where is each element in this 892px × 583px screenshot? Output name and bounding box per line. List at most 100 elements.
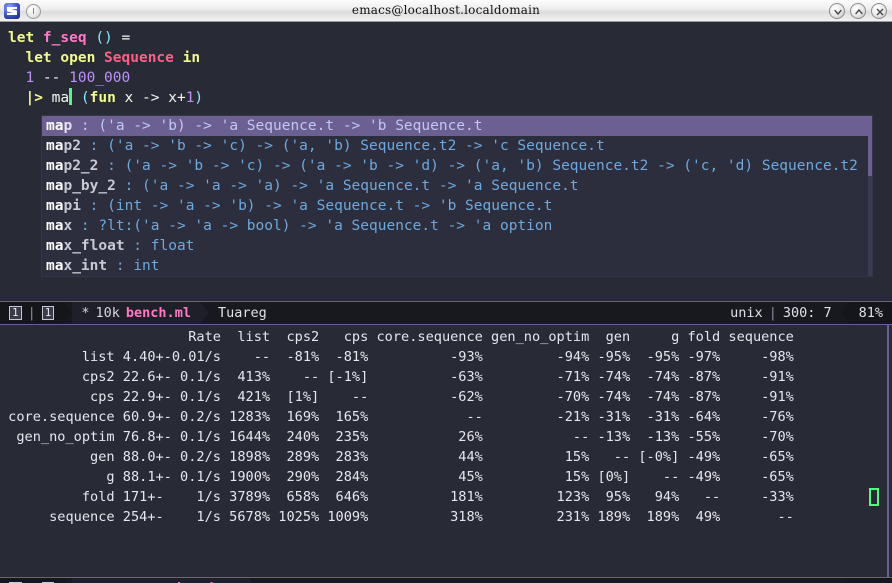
completion-item-name: p xyxy=(63,118,73,134)
completion-item-signature: : (int -> 'a -> 'b) -> 'a Sequence.t -> … xyxy=(80,198,553,214)
completion-item[interactable]: max : ?lt:('a -> 'a -> bool) -> 'a Seque… xyxy=(42,216,872,236)
modeline-arrow-6 xyxy=(840,578,850,583)
source-code[interactable]: let f_seq () = let open Sequence in 1 --… xyxy=(8,28,203,108)
code-token: ma xyxy=(42,90,70,106)
window-number-separator-2: | xyxy=(28,578,36,583)
emacs-window: emacs@localhost.localdomain let f_seq ()… xyxy=(0,0,892,583)
code-buffer-window[interactable]: let f_seq () = let open Sequence in 1 --… xyxy=(0,22,892,301)
window-number-group-2: 1 | 2 xyxy=(0,578,64,583)
scroll-percent-group-2: 67% xyxy=(849,578,892,583)
close-button[interactable] xyxy=(871,3,887,19)
completion-item[interactable]: max_int : int xyxy=(42,256,872,276)
completion-item-signature: : ('a -> 'a -> 'a) -> 'a Sequence.t -> '… xyxy=(115,178,579,194)
code-token: x xyxy=(115,90,143,106)
major-mode-group-2[interactable]: Compilation xyxy=(258,578,365,583)
scroll-percentage: 81% xyxy=(858,305,883,321)
code-token: x+ xyxy=(159,90,186,106)
coding-system[interactable]: unix xyxy=(730,302,763,324)
coding-system-2[interactable]: utf-8 xyxy=(730,578,771,583)
modeline-arrow-3 xyxy=(840,302,850,324)
window-number: 1 xyxy=(9,306,22,320)
chevron-up-icon xyxy=(855,8,863,15)
window-number-secondary: 1 xyxy=(41,306,55,320)
minimize-button[interactable] xyxy=(829,3,845,19)
window-titlebar: emacs@localhost.localdomain xyxy=(0,0,892,22)
completion-item-signature: : ('a -> 'b -> 'c) -> ('a, 'b) Sequence.… xyxy=(80,138,605,154)
buffer-modified-flag-2: % xyxy=(81,578,89,583)
cursor-position: 300: 7 xyxy=(782,305,832,321)
table-row: cps 22.9+- 0.1/s 421% [1%] -- -62% -70% … xyxy=(0,389,794,405)
code-line: |> ma (fun x -> x+1) xyxy=(8,88,203,108)
major-mode[interactable]: Tuareg xyxy=(218,302,267,324)
modeline-arrow-4 xyxy=(63,578,73,583)
code-token: fun xyxy=(89,90,116,106)
completion-item-signature: : float xyxy=(124,238,195,254)
completion-match-prefix: ma xyxy=(46,178,64,194)
completion-match-prefix: ma xyxy=(46,118,64,134)
code-token: let xyxy=(8,30,43,46)
close-x-icon xyxy=(876,8,884,16)
table-row: core.sequence 60.9+- 0.2/s 1283% 169% 16… xyxy=(0,409,794,425)
buffer-name[interactable]: bench.ml xyxy=(126,302,191,324)
buffer-info-group-2[interactable]: % 3.0k *compilation* xyxy=(72,578,249,583)
buffer-size-2: 3.0k xyxy=(96,578,129,583)
table-header-row: Rate list cps2 cps core.sequence gen_no_… xyxy=(0,329,794,345)
table-row: sequence 254+- 1/s 5678% 1025% 1009% 318… xyxy=(0,509,794,525)
coding-group-2[interactable]: utf-8 | 34:96 xyxy=(721,578,840,583)
compilation-buffer-window[interactable]: Rate list cps2 cps core.sequence gen_no_… xyxy=(0,325,892,577)
code-token: |> xyxy=(25,90,43,106)
scroll-percent-group: 81% xyxy=(849,302,892,324)
window-number-group: 1 | 1 xyxy=(0,302,64,324)
modeline-top-right: unix | 300: 7 81% xyxy=(721,302,892,324)
completion-item[interactable]: max_float : float xyxy=(42,236,872,256)
maximize-button[interactable] xyxy=(850,3,866,19)
completion-scrollbar[interactable] xyxy=(868,116,872,276)
completion-popup[interactable]: map : ('a -> 'b) -> 'a Sequence.t -> 'b … xyxy=(42,116,872,276)
completion-item[interactable]: map : ('a -> 'b) -> 'a Sequence.t -> 'b … xyxy=(42,116,872,136)
code-token: () xyxy=(95,30,113,46)
code-token: ( xyxy=(80,90,90,106)
coding-separator: | xyxy=(768,305,777,321)
major-mode-2[interactable]: Compilation xyxy=(267,578,356,583)
code-token: 100_000 xyxy=(69,70,131,86)
major-mode-group[interactable]: Tuareg xyxy=(209,302,276,324)
completion-scrollbar-thumb[interactable] xyxy=(868,116,872,176)
code-line: let f_seq () = xyxy=(8,28,203,48)
left-fringe xyxy=(0,22,8,301)
buffer-name-2[interactable]: *compilation* xyxy=(134,578,240,583)
completion-item-name: p2_2 xyxy=(63,158,99,174)
completion-item-signature: : ('a -> 'b -> 'c) -> ('a -> 'b -> 'd) -… xyxy=(98,158,858,174)
code-line: let open Sequence in xyxy=(8,48,203,68)
completion-item-name: p_by_2 xyxy=(63,178,116,194)
coding-group[interactable]: unix | 300: 7 xyxy=(721,302,840,324)
completion-match-prefix: ma xyxy=(46,218,64,234)
buffer-modified-flag: * xyxy=(81,305,90,321)
code-token: = xyxy=(112,30,131,46)
completion-item[interactable]: mapi : (int -> 'a -> 'b) -> 'a Sequence.… xyxy=(42,196,872,216)
benchmark-table: Rate list cps2 cps core.sequence gen_no_… xyxy=(0,327,882,527)
completion-item[interactable]: map2_2 : ('a -> 'b -> 'c) -> ('a -> 'b -… xyxy=(42,156,872,176)
completion-item[interactable]: map_by_2 : ('a -> 'a -> 'a) -> 'a Sequen… xyxy=(42,176,872,196)
table-row: list 4.40+-0.01/s -- -81% -81% -93% -94%… xyxy=(0,349,794,365)
completion-match-prefix: ma xyxy=(46,258,64,274)
modeline-arrow-2 xyxy=(199,302,209,324)
window-number-separator: | xyxy=(27,305,36,321)
code-token: in xyxy=(182,50,201,66)
code-token: ) xyxy=(194,90,204,106)
chevron-down-icon xyxy=(834,9,842,16)
completion-item-signature: : ?lt:('a -> 'a -> bool) -> 'a Sequence.… xyxy=(72,218,553,234)
titlebar-window-controls xyxy=(829,3,887,19)
compilation-cursor xyxy=(869,488,879,506)
completion-item-signature: : int xyxy=(107,258,160,274)
window-title: emacs@localhost.localdomain xyxy=(351,3,541,17)
modeline-bottom-left: 1 | 2 % 3.0k *compilation* Compilation xyxy=(0,578,365,583)
completion-match-prefix: ma xyxy=(46,198,64,214)
buffer-info-group[interactable]: * 10k bench.ml xyxy=(72,302,200,324)
coding-separator-2: | xyxy=(777,578,785,583)
completion-item[interactable]: map2 : ('a -> 'b -> 'c) -> ('a, 'b) Sequ… xyxy=(42,136,872,156)
scroll-percentage-2: 67% xyxy=(859,578,883,583)
